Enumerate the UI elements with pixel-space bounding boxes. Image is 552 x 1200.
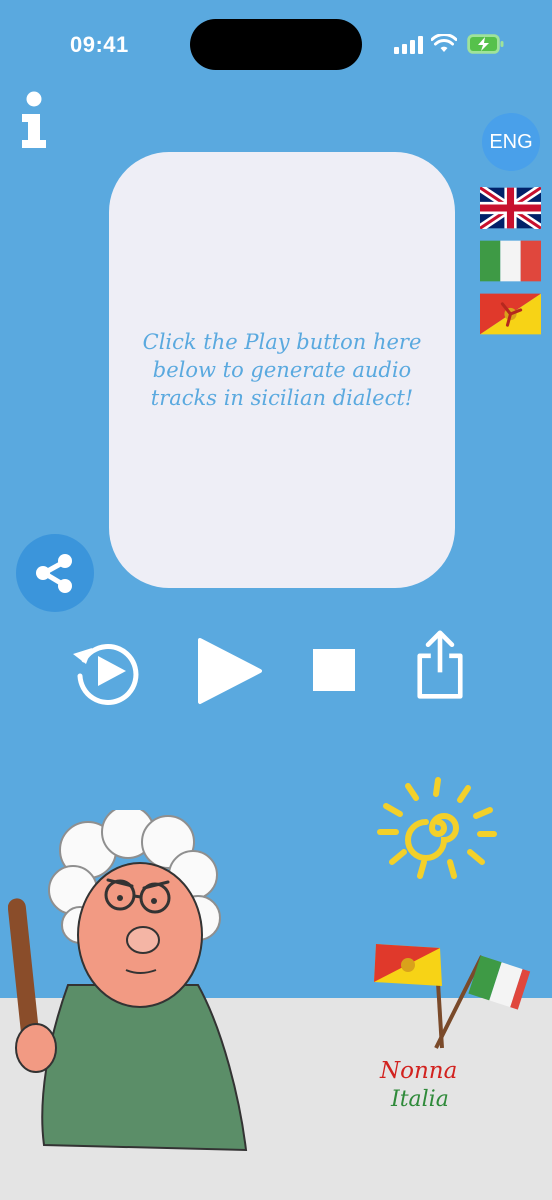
brand-line-2: Italia [391, 1087, 449, 1112]
sicily-flag-button[interactable] [480, 293, 541, 335]
nonna-illustration [8, 810, 248, 1152]
crossed-flags-illustration [374, 944, 531, 1049]
stop-button[interactable] [312, 636, 356, 706]
sun-icon [377, 777, 497, 879]
status-time: 09:41 [70, 32, 129, 57]
uk-flag-button[interactable] [480, 187, 541, 229]
replay-button[interactable] [70, 636, 146, 706]
play-button[interactable] [196, 636, 264, 706]
battery-charging-icon [467, 34, 504, 54]
wifi-icon [431, 34, 457, 52]
brand-line-1: Nonna [380, 1058, 458, 1084]
info-icon[interactable] [18, 90, 52, 152]
export-button[interactable] [412, 630, 468, 700]
share-button[interactable] [16, 534, 94, 612]
italy-flag-button[interactable] [480, 240, 541, 282]
share-icon [36, 554, 72, 593]
message-card: Click the Play button here below to gene… [109, 152, 455, 588]
cellular-signal-icon [394, 36, 423, 54]
dynamic-island [190, 19, 362, 70]
instruction-text: Click the Play button here below to gene… [142, 330, 422, 410]
language-badge[interactable]: ENG [482, 113, 540, 171]
